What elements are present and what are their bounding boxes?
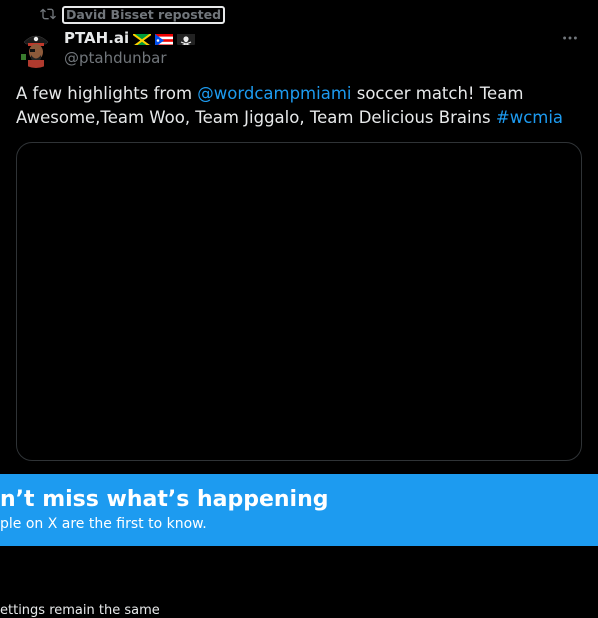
jamaica-flag-icon — [133, 32, 152, 45]
tweet-text-part: A few highlights from — [16, 84, 198, 103]
hashtag-link[interactable]: #wcmia — [496, 108, 563, 127]
author-handle[interactable]: @ptahdunbar — [64, 49, 167, 67]
repost-label[interactable]: David Bisset reposted — [62, 6, 226, 24]
banner-subtitle: ple on X are the first to know. — [0, 516, 207, 532]
settings-notice: ettings remain the same — [0, 603, 160, 618]
repost-indicator: David Bisset reposted — [40, 6, 226, 25]
video-player[interactable] — [16, 142, 582, 461]
signup-banner: n’t miss what’s happening ple on X are t… — [0, 474, 598, 546]
banner-title: n’t miss what’s happening — [0, 487, 329, 512]
pirate-avatar[interactable] — [16, 28, 56, 68]
repost-icon — [40, 6, 56, 25]
pirate-flag-icon — [177, 32, 196, 45]
puerto-rico-flag-icon — [155, 32, 174, 45]
display-name[interactable]: PTAH.ai — [64, 29, 129, 47]
author-name-row: PTAH.ai — [64, 28, 196, 48]
more-icon[interactable] — [560, 28, 580, 48]
tweet-text: A few highlights from @wordcampmiami soc… — [16, 82, 576, 130]
mention-link[interactable]: @wordcampmiami — [197, 84, 351, 103]
